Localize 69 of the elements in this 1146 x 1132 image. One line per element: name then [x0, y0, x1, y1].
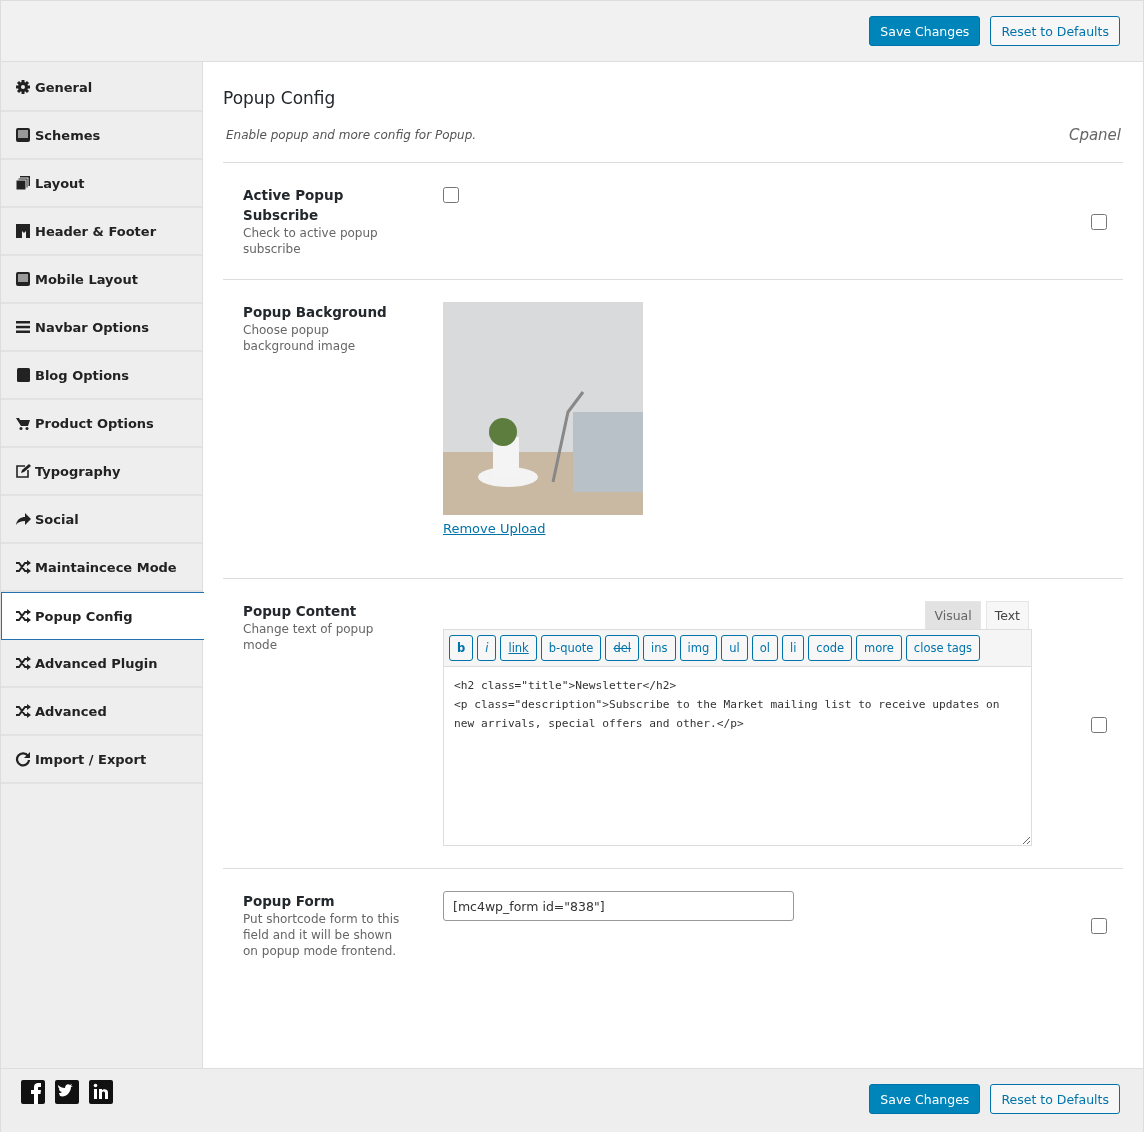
option-title: Active Popup Subscribe	[243, 186, 345, 225]
sidebar-item[interactable]: Advanced	[1, 688, 202, 736]
facebook-icon[interactable]	[21, 1080, 45, 1104]
format-button[interactable]: i	[477, 635, 497, 661]
format-button[interactable]: ins	[643, 635, 676, 661]
option-hint: Choose popup background image	[243, 322, 357, 354]
menu-icon	[15, 319, 31, 335]
checkbox[interactable]	[1091, 918, 1107, 934]
remove-upload-link[interactable]: Remove Upload	[443, 521, 546, 536]
shortcode-input[interactable]: [mc4wp_form id="838"]	[443, 891, 794, 921]
monitor-icon	[15, 271, 31, 287]
checkbox[interactable]	[1091, 716, 1107, 733]
option-hint: Check to active popup subscribe	[243, 225, 379, 257]
sidebar-item[interactable]: Import / Export	[1, 736, 202, 784]
shuffle-icon	[15, 703, 31, 719]
editor-tab[interactable]: Text	[985, 601, 1029, 629]
format-button[interactable]: b	[449, 635, 474, 661]
option-hint: Change text of popup mode	[243, 621, 375, 653]
copy-icon	[15, 175, 31, 191]
format-button[interactable]: ol	[751, 635, 778, 661]
editor-tab[interactable]: Visual	[925, 601, 981, 629]
checkbox[interactable]	[443, 187, 459, 203]
monitor-icon	[15, 127, 31, 143]
section-description: Enable popup and more config for Popup.	[226, 128, 477, 142]
sidebar-item[interactable]: Layout	[1, 160, 202, 208]
format-button[interactable]: li	[781, 635, 805, 661]
option-title: Popup Content	[243, 602, 358, 621]
sidebar-item[interactable]: Product Options	[1, 400, 202, 448]
twitter-icon[interactable]	[55, 1080, 79, 1104]
sidebar-item[interactable]: Header & Footer	[1, 208, 202, 256]
cpanel-label: Cpanel	[1068, 126, 1121, 144]
linkedin-icon[interactable]	[89, 1080, 113, 1104]
sidebar-item[interactable]: Typography	[1, 448, 202, 496]
format-button[interactable]: more	[856, 635, 902, 661]
format-button[interactable]: b-quote	[540, 635, 602, 661]
sidebar-item[interactable]: Mobile Layout	[1, 256, 202, 304]
share-icon	[15, 511, 31, 527]
content-textarea[interactable]: <h2 class="title">Newsletter</h2> <p class="description">Subscribe to the Market mailing list to receive updates on new arrivals, special offers and other.</p>	[443, 666, 1032, 846]
sidebar-item[interactable]: Social	[1, 496, 202, 544]
option-title: Popup Background	[243, 303, 388, 322]
sidebar-item[interactable]: Advanced Plugin	[1, 640, 202, 688]
shuffle-icon	[15, 608, 31, 624]
format-button[interactable]: link	[500, 635, 537, 661]
gear-icon	[15, 79, 31, 95]
format-button[interactable]: del	[605, 635, 640, 661]
refresh-icon	[15, 751, 31, 767]
format-button[interactable]: close tags	[905, 635, 980, 661]
header-button[interactable]: Reset to Defaults	[990, 16, 1120, 46]
format-button[interactable]: img	[679, 635, 718, 661]
section-title: Popup Config	[223, 88, 337, 108]
sidebar-item[interactable]: Blog Options	[1, 352, 202, 400]
shuffle-icon	[15, 559, 31, 575]
format-button[interactable]: ul	[721, 635, 748, 661]
edit-icon	[15, 463, 31, 479]
header-button[interactable]: Save Changes	[869, 16, 981, 46]
sidebar-item[interactable]: Navbar Options	[1, 304, 202, 352]
footer-button[interactable]: Reset to Defaults	[990, 1084, 1120, 1114]
sidebar-item[interactable]: Popup Config	[1, 592, 204, 640]
checkbox[interactable]	[1091, 214, 1107, 230]
book-icon	[15, 367, 31, 383]
option-hint: Put shortcode form to this field and it will be shown on popup mode frontend.	[243, 911, 401, 959]
sidebar-item[interactable]: Schemes	[1, 112, 202, 160]
format-button[interactable]: code	[808, 635, 853, 661]
option-title: Popup Form	[243, 892, 336, 911]
bookmark-icon	[15, 223, 31, 239]
footer-button[interactable]: Save Changes	[869, 1084, 981, 1114]
shuffle-icon	[15, 655, 31, 671]
cart-icon	[15, 415, 31, 431]
sidebar-item[interactable]: General	[1, 64, 202, 112]
